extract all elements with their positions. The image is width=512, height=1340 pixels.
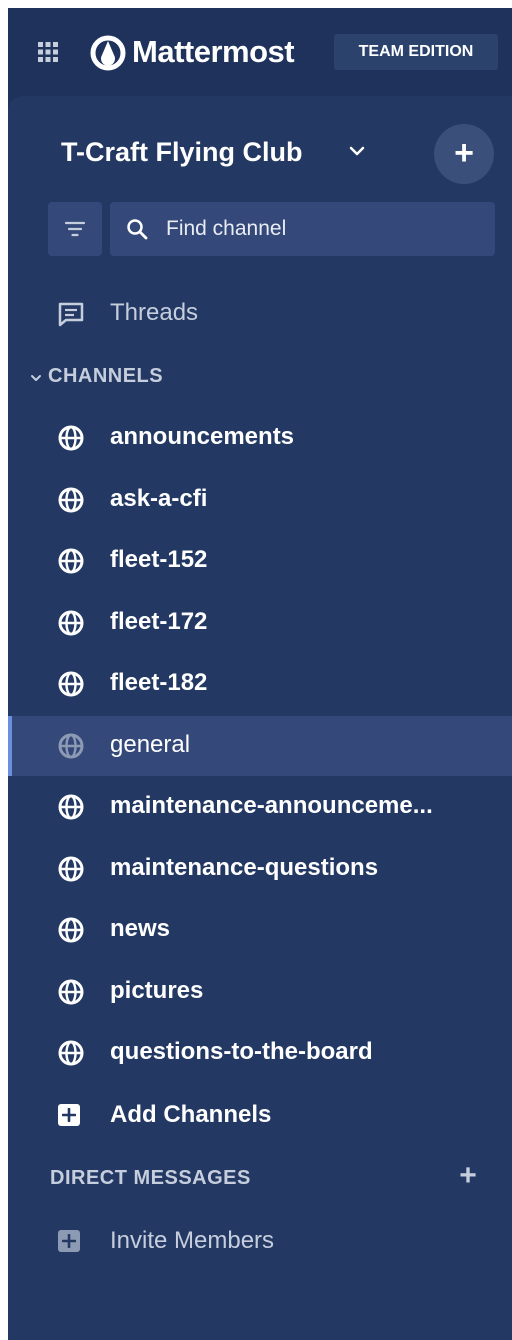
channel-item[interactable]: news bbox=[8, 900, 512, 960]
filter-icon bbox=[65, 221, 85, 237]
threads-icon bbox=[56, 299, 86, 329]
channel-sidebar: T-Craft Flying Club + Find channel Threa… bbox=[8, 96, 512, 1340]
channel-item[interactable]: questions-to-the-board bbox=[8, 1023, 512, 1083]
grid-icon[interactable] bbox=[38, 42, 58, 62]
app-frame: Mattermost TEAM EDITION T-Craft Flying C… bbox=[8, 8, 512, 1340]
channel-item[interactable]: maintenance-questions bbox=[8, 839, 512, 899]
globe-icon bbox=[56, 792, 86, 822]
plus-icon: + bbox=[459, 1159, 477, 1192]
direct-messages-section-title: DIRECT MESSAGES bbox=[50, 1167, 251, 1189]
channel-item-label: ask-a-cfi bbox=[110, 485, 208, 512]
invite-members-label: Invite Members bbox=[110, 1227, 275, 1254]
channel-item-label: fleet-152 bbox=[110, 546, 208, 573]
edition-badge: TEAM EDITION bbox=[334, 34, 498, 70]
channel-item-label: questions-to-the-board bbox=[110, 1038, 373, 1065]
add-direct-message-button[interactable]: + bbox=[454, 1159, 482, 1192]
globe-icon bbox=[56, 669, 86, 699]
channel-item-label: maintenance-announceme... bbox=[110, 792, 433, 819]
channel-item[interactable]: fleet-152 bbox=[8, 531, 512, 591]
channel-item[interactable]: ask-a-cfi bbox=[8, 470, 512, 530]
add-channels-button[interactable]: Add Channels bbox=[8, 1086, 512, 1146]
globe-icon bbox=[56, 854, 86, 884]
chevron-down-icon[interactable] bbox=[348, 144, 366, 158]
search-placeholder: Find channel bbox=[166, 217, 287, 240]
channel-item-label: news bbox=[110, 915, 171, 942]
threads-label: Threads bbox=[110, 299, 199, 326]
channels-section-header[interactable]: CHANNELS bbox=[8, 356, 512, 396]
chevron-down-icon bbox=[30, 370, 42, 381]
add-channels-label: Add Channels bbox=[110, 1101, 272, 1128]
globe-icon bbox=[56, 915, 86, 945]
global-header: Mattermost TEAM EDITION bbox=[8, 8, 512, 96]
plus-box-icon bbox=[58, 1230, 80, 1252]
channels-section-title: CHANNELS bbox=[48, 365, 164, 387]
plus-box-icon bbox=[58, 1104, 80, 1126]
channel-item-label: pictures bbox=[110, 977, 204, 1004]
globe-icon bbox=[56, 608, 86, 638]
invite-members-button[interactable]: Invite Members bbox=[8, 1212, 512, 1272]
channel-item-label: general bbox=[110, 731, 191, 758]
globe-icon bbox=[56, 485, 86, 515]
threads-item[interactable]: Threads bbox=[8, 284, 512, 344]
plus-icon: + bbox=[454, 134, 474, 172]
channel-item[interactable]: maintenance-announceme... bbox=[8, 777, 512, 837]
team-name[interactable]: T-Craft Flying Club bbox=[61, 134, 302, 170]
channel-item-label: maintenance-questions bbox=[110, 854, 379, 881]
direct-messages-section-header[interactable]: DIRECT MESSAGES + bbox=[8, 1158, 512, 1198]
channel-item[interactable]: fleet-172 bbox=[8, 593, 512, 653]
channel-item[interactable]: pictures bbox=[8, 962, 512, 1022]
channel-item[interactable]: announcements bbox=[8, 408, 512, 468]
brand-name: Mattermost bbox=[132, 34, 295, 69]
add-button[interactable]: + bbox=[434, 124, 494, 184]
globe-icon bbox=[56, 977, 86, 1007]
globe-icon bbox=[56, 1038, 86, 1068]
globe-icon bbox=[56, 546, 86, 576]
filter-button[interactable] bbox=[48, 202, 102, 256]
channel-item-label: fleet-172 bbox=[110, 608, 208, 635]
mattermost-logo-icon bbox=[88, 33, 128, 73]
globe-icon bbox=[56, 731, 86, 761]
channel-item-label: fleet-182 bbox=[110, 669, 208, 696]
channel-item-label: announcements bbox=[110, 423, 295, 450]
find-channel-input[interactable]: Find channel bbox=[110, 202, 495, 256]
search-icon bbox=[127, 219, 148, 240]
channel-item[interactable]: general bbox=[8, 716, 512, 776]
globe-icon bbox=[56, 423, 86, 453]
channel-item[interactable]: fleet-182 bbox=[8, 654, 512, 714]
